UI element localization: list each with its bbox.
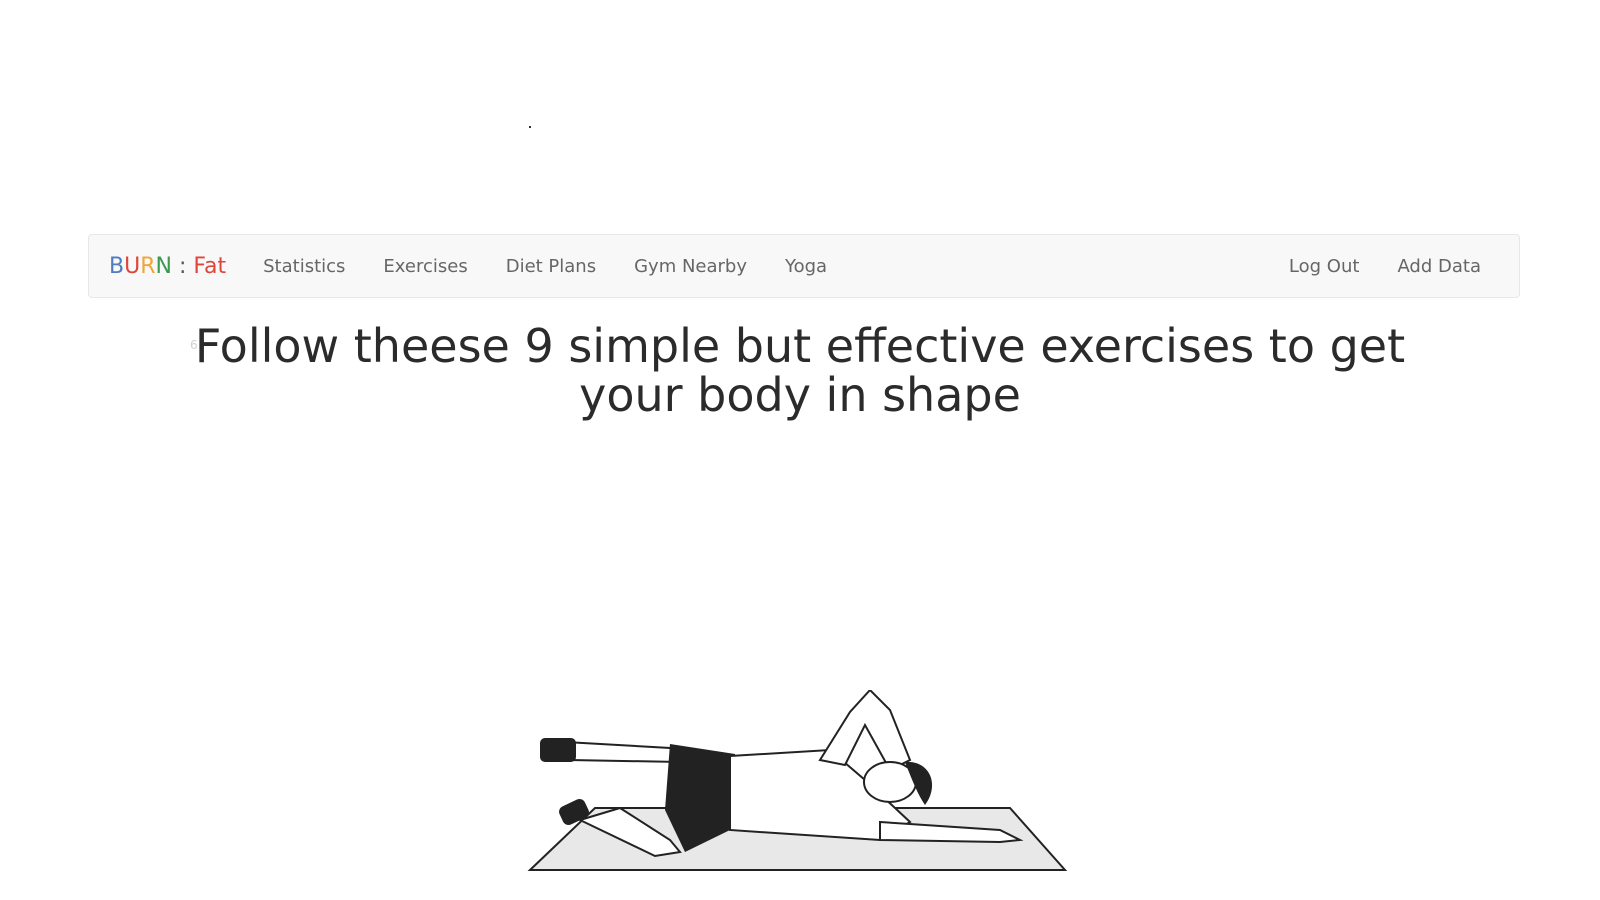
brand-letter-r: R <box>140 253 156 279</box>
top-navbar: B U R N : Fat Statistics Exercises Diet … <box>88 234 1520 298</box>
brand-logo[interactable]: B U R N : Fat <box>109 254 226 279</box>
nav-links-left: Statistics Exercises Diet Plans Gym Near… <box>244 256 846 277</box>
upper-leg <box>563 740 682 764</box>
exercise-illustration-icon <box>527 690 1068 871</box>
page-headline: Follow theese 9 simple but effective exe… <box>194 319 1406 422</box>
bent-arm <box>818 690 912 772</box>
nav-links-right: Log Out Add Data <box>1270 256 1500 277</box>
nav-link-exercises[interactable]: Exercises <box>364 256 486 277</box>
nav-link-statistics[interactable]: Statistics <box>244 256 364 277</box>
brand-letter-n: N <box>155 253 172 279</box>
nav-link-yoga[interactable]: Yoga <box>766 256 846 277</box>
stray-dot <box>529 126 531 128</box>
page: B U R N : Fat Statistics Exercises Diet … <box>0 0 1600 900</box>
nav-link-log-out[interactable]: Log Out <box>1270 256 1379 277</box>
upper-shoe <box>540 738 576 762</box>
nav-link-add-data[interactable]: Add Data <box>1378 256 1500 277</box>
brand-letter-u: U <box>124 253 141 279</box>
brand-separator: : <box>171 253 194 279</box>
brand-letter-b: B <box>109 253 125 279</box>
nav-link-gym-nearby[interactable]: Gym Nearby <box>615 256 766 277</box>
nav-link-diet-plans[interactable]: Diet Plans <box>487 256 615 277</box>
brand-suffix: Fat <box>193 253 227 279</box>
